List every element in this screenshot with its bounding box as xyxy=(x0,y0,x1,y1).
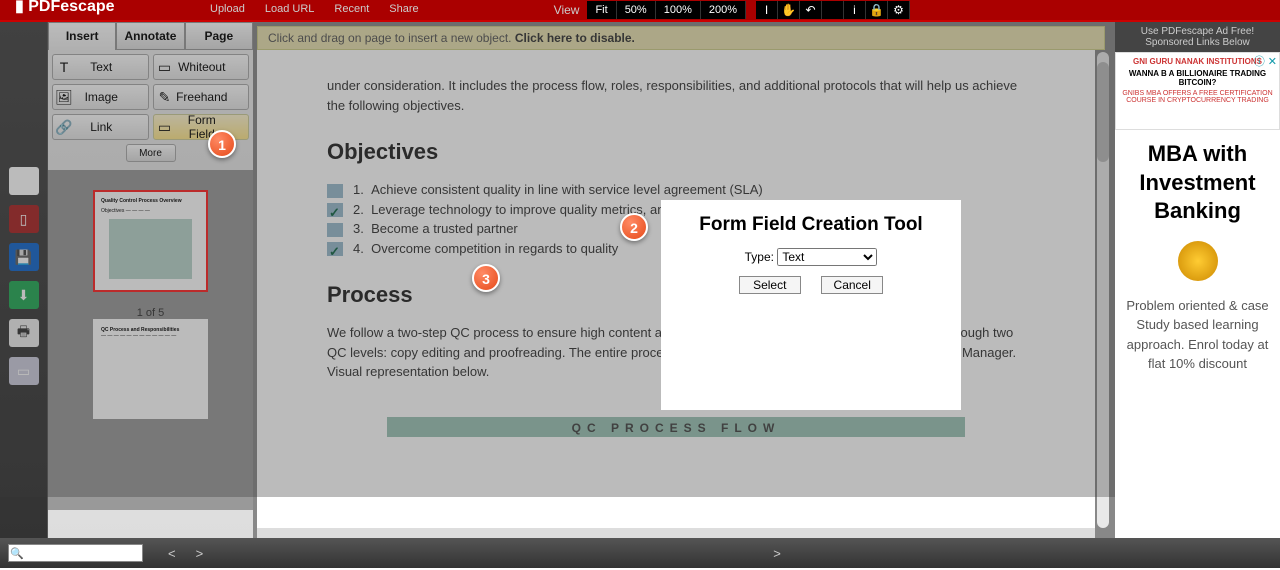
annotation-marker-3: 3 xyxy=(472,264,500,292)
annotation-marker-2: 2 xyxy=(620,213,648,241)
checkbox-1[interactable] xyxy=(327,184,343,198)
link-icon: 🔗 xyxy=(53,119,75,136)
search-input[interactable]: 🔍 xyxy=(8,544,143,562)
horizontal-scrollbar[interactable] xyxy=(257,528,1095,538)
redo-icon[interactable] xyxy=(822,1,844,19)
download-icon[interactable]: ⬇ xyxy=(9,281,39,309)
tool-image[interactable]: 🖼Image xyxy=(52,84,149,110)
form-field-dialog: Form Field Creation Tool Type: Text Sele… xyxy=(661,200,961,410)
annotation-marker-1: 1 xyxy=(208,130,236,158)
tab-page[interactable]: Page xyxy=(185,22,253,50)
menu-load-url[interactable]: Load URL xyxy=(265,3,315,15)
left-rail: ▯ ▯ 💾 ⬇ 🖶 ▭ xyxy=(0,22,48,538)
save-icon[interactable]: 💾 xyxy=(9,243,39,271)
lock-icon[interactable]: 🔒 xyxy=(866,1,888,19)
more-button[interactable]: More xyxy=(126,144,176,162)
zoom-fit[interactable]: Fit xyxy=(587,1,616,19)
tab-annotate[interactable]: Annotate xyxy=(116,22,184,50)
page-next-2[interactable]: > xyxy=(773,546,781,561)
undo-icon[interactable]: ↶ xyxy=(800,1,822,19)
tab-insert[interactable]: Insert xyxy=(48,22,116,50)
app-logo: ▮ PDFescape xyxy=(15,0,115,16)
checkbox-2[interactable] xyxy=(327,203,343,217)
search-icon: 🔍 xyxy=(9,547,25,560)
gear-icon[interactable]: ⚙ xyxy=(888,1,910,19)
document-area: under consideration. It includes the pro… xyxy=(253,22,1115,538)
ad-sidebar: Use PDFescape Ad Free!Sponsored Links Be… xyxy=(1115,22,1280,538)
select-button[interactable]: Select xyxy=(739,276,801,294)
ad-body: Problem oriented & case Study based lear… xyxy=(1125,296,1270,374)
thumbnail-strip: Quality Control Process Overview Objecti… xyxy=(48,170,253,510)
qc-banner: QC PROCESS FLOW xyxy=(387,417,965,437)
footer-bar: 🔍 < > > xyxy=(0,538,1280,568)
ad-main[interactable]: MBA with Investment Banking Problem orie… xyxy=(1115,130,1280,384)
top-menu: Upload Load URL Recent Share xyxy=(210,3,419,15)
obj-1: Achieve consistent quality in line with … xyxy=(371,182,763,197)
tool-whiteout[interactable]: ▭Whiteout xyxy=(153,54,250,80)
page-red-icon[interactable]: ▯ xyxy=(9,205,39,233)
tool-tabs: Insert Annotate Page xyxy=(48,22,253,50)
hand-icon[interactable]: ✋ xyxy=(778,1,800,19)
thumb-label: 1 of 5 xyxy=(58,307,243,319)
intro-text: under consideration. It includes the pro… xyxy=(327,76,1025,115)
menu-recent[interactable]: Recent xyxy=(334,3,369,15)
cancel-button[interactable]: Cancel xyxy=(821,276,883,294)
vertical-scrollbar[interactable] xyxy=(1097,52,1109,528)
ad-logo-icon xyxy=(1178,241,1218,281)
checkbox-4[interactable] xyxy=(327,242,343,256)
text-icon: T xyxy=(53,59,75,75)
tools-panel: Insert Annotate Page TText ▭Whiteout 🖼Im… xyxy=(48,22,253,538)
thumb-page-1[interactable]: Quality Control Process Overview Objecti… xyxy=(58,190,243,319)
print-icon[interactable]: 🖶 xyxy=(9,319,39,347)
view-label: View xyxy=(554,3,580,17)
zoom-50[interactable]: 50% xyxy=(617,1,656,19)
menu-share[interactable]: Share xyxy=(389,3,418,15)
tool-form-field[interactable]: ▭Form Field xyxy=(153,114,250,140)
type-label: Type: xyxy=(745,250,774,264)
tool-link[interactable]: 🔗Link xyxy=(52,114,149,140)
page-prev[interactable]: < xyxy=(168,546,176,561)
topbar: ▮ PDFescape Upload Load URL Recent Share… xyxy=(0,0,1280,20)
obj-3: Become a trusted partner xyxy=(371,221,518,236)
ad-title: MBA with Investment Banking xyxy=(1125,140,1270,226)
scrollbar-thumb[interactable] xyxy=(1097,62,1109,162)
ad-close-icon[interactable]: ⓘ ✕ xyxy=(1254,53,1277,69)
ad-banner[interactable]: ⓘ ✕ GNI GURU NANAK INSTITUTIONS WANNA B … xyxy=(1115,52,1280,130)
dialog-title: Form Field Creation Tool xyxy=(675,214,947,236)
whiteout-icon: ▭ xyxy=(154,59,176,76)
form-icon: ▭ xyxy=(154,119,176,136)
misc-icon[interactable]: ▭ xyxy=(9,357,39,385)
pencil-icon: ✎ xyxy=(154,89,176,106)
page-next[interactable]: > xyxy=(196,546,204,561)
tool-freehand[interactable]: ✎Freehand xyxy=(153,84,250,110)
menu-upload[interactable]: Upload xyxy=(210,3,245,15)
obj-4: Overcome competition in regards to quali… xyxy=(371,241,618,256)
pages-icon[interactable]: ▯ xyxy=(9,167,39,195)
zoom-200[interactable]: 200% xyxy=(701,1,746,19)
thumb-page-2[interactable]: QC Process and Responsibilities — — — — … xyxy=(58,319,243,419)
ad-header: Use PDFescape Ad Free!Sponsored Links Be… xyxy=(1115,22,1280,52)
info-icon[interactable]: i xyxy=(844,1,866,19)
view-controls: View Fit 50% 100% 200% I ✋ ↶ i 🔒 ⚙ xyxy=(554,0,910,20)
heading-objectives: Objectives xyxy=(327,135,1025,168)
image-icon: 🖼 xyxy=(53,89,75,106)
zoom-100[interactable]: 100% xyxy=(656,1,701,19)
text-cursor-icon[interactable]: I xyxy=(756,1,778,19)
tool-text[interactable]: TText xyxy=(52,54,149,80)
checkbox-3[interactable] xyxy=(327,223,343,237)
type-select[interactable]: Text xyxy=(777,248,877,266)
hint-bar[interactable]: Click and drag on page to insert a new o… xyxy=(257,26,1105,50)
